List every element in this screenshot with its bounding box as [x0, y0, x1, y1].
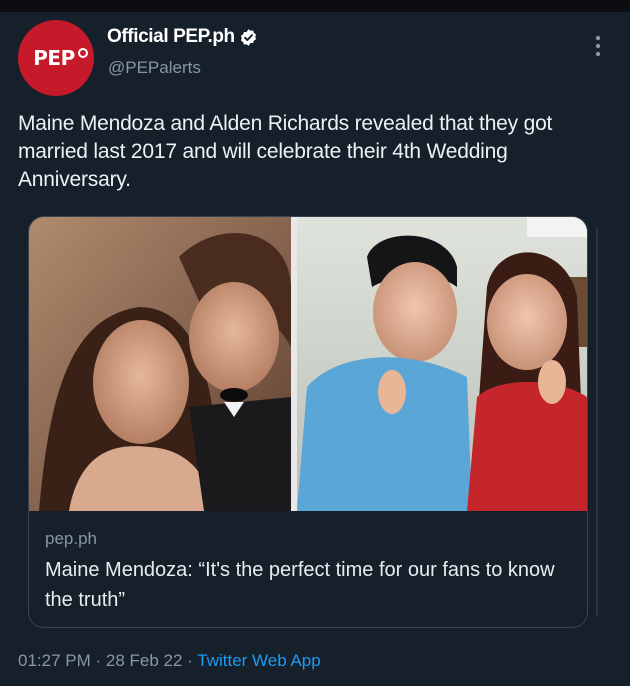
card-domain: pep.ph [45, 529, 97, 548]
tweet-time[interactable]: 01:27 PM [18, 651, 91, 670]
author-handle[interactable]: @PEPalerts [108, 58, 201, 78]
tweet-date[interactable]: 28 Feb 22 [106, 651, 183, 670]
meta-separator: · [90, 651, 106, 670]
top-strip [0, 0, 630, 12]
author-name-row[interactable]: Official PEP.ph [107, 26, 258, 48]
link-preview-card[interactable]: pep.ph Maine Mendoza: “It's the perfect … [28, 216, 588, 628]
avatar-logo-mark [78, 48, 88, 58]
card-photo-left [29, 217, 291, 511]
verified-badge-icon [240, 28, 256, 46]
card-photo-right [297, 217, 587, 511]
more-vertical-icon[interactable] [593, 33, 603, 59]
meta-separator: · [182, 651, 198, 670]
tweet-meta: 01:27 PM · 28 Feb 22 · Twitter Web App [18, 651, 321, 671]
author-display-name[interactable]: Official PEP.ph [107, 26, 235, 48]
avatar[interactable]: PEP [18, 20, 94, 96]
tweet-text: Maine Mendoza and Alden Richards reveale… [18, 112, 553, 191]
card-title[interactable]: Maine Mendoza: “It's the perfect time fo… [45, 555, 565, 615]
scroll-edge [596, 228, 598, 616]
tweet-source-app[interactable]: Twitter Web App [197, 651, 320, 670]
card-image[interactable] [29, 217, 587, 511]
tweet-container: PEP Official PEP.ph @PEPalerts Maine Men… [0, 0, 630, 686]
avatar-logo-text: PEP [33, 46, 75, 70]
